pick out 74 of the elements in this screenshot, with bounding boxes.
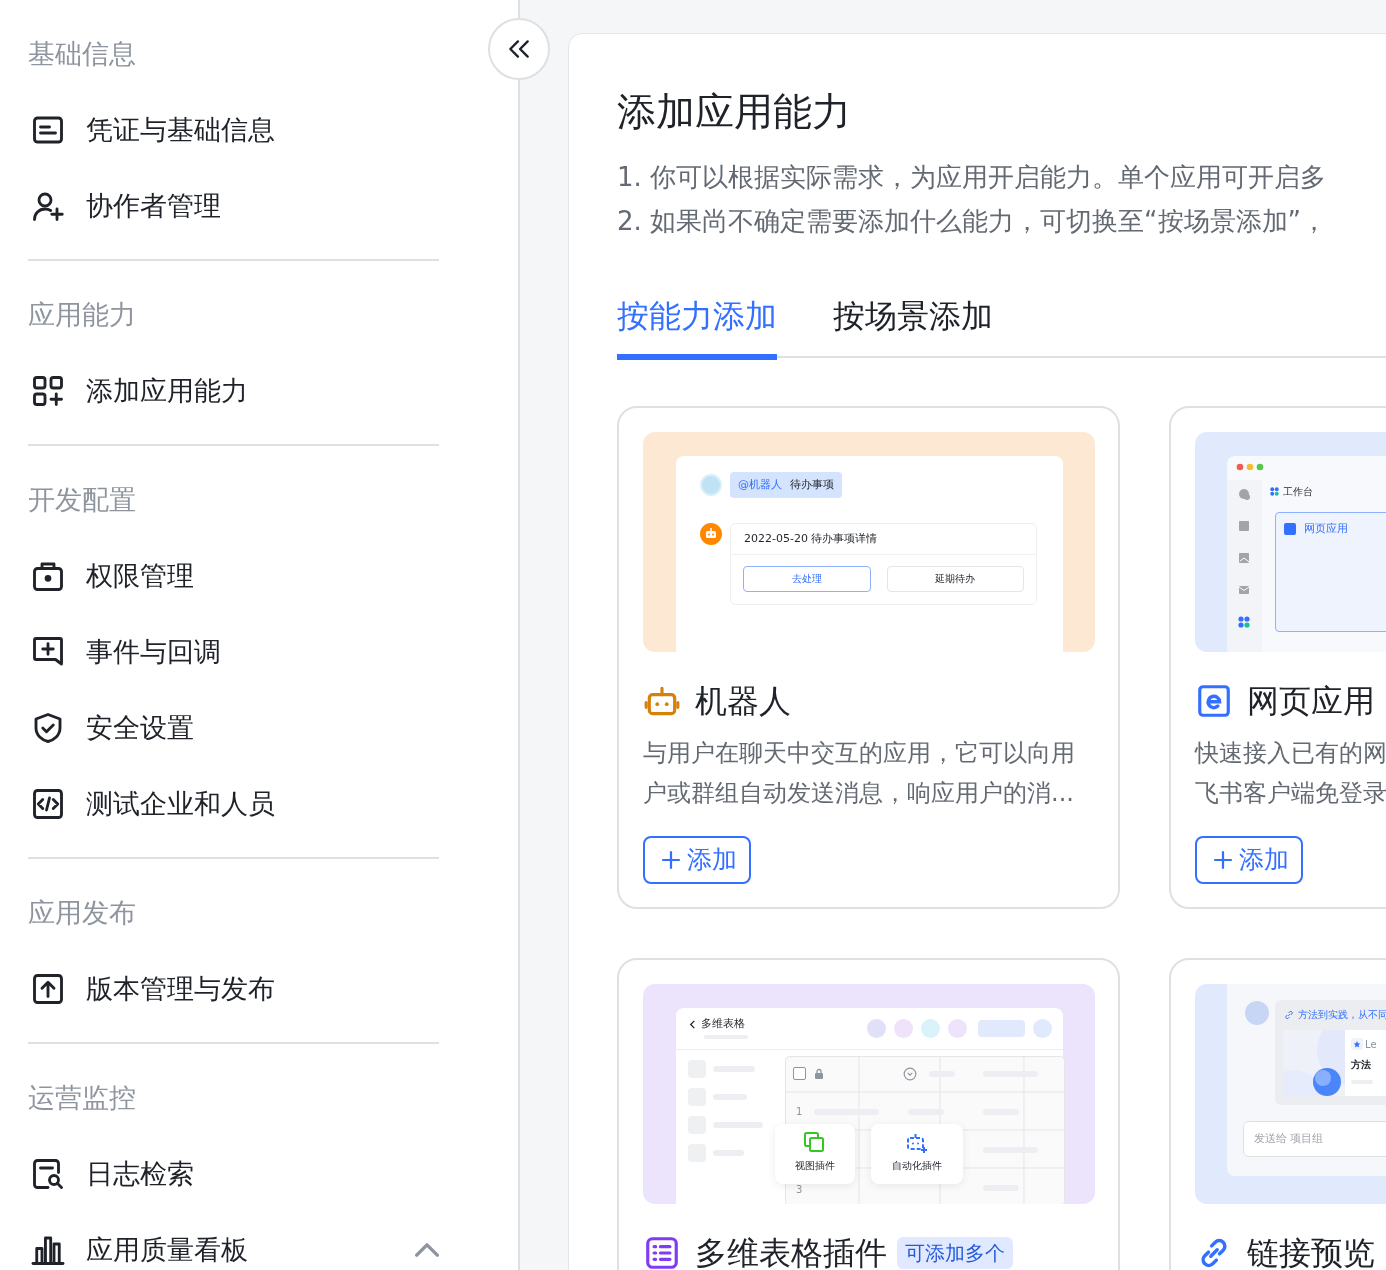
avatar — [894, 1019, 913, 1038]
lock-icon — [814, 1068, 824, 1080]
search-document-icon — [30, 1156, 66, 1192]
add-button[interactable]: 添加 — [643, 836, 751, 884]
square-icon — [1284, 523, 1296, 535]
mail-icon — [1238, 584, 1250, 596]
apps-icon — [1270, 487, 1279, 496]
sidebar-item[interactable]: 日志检索 — [28, 1136, 439, 1212]
add-grid-icon — [30, 373, 66, 409]
instruction-text: 2. 如果尚不确定需要添加什么能力，可切换至“按场景添加”， — [617, 205, 1328, 238]
instruction-text: 1. 你可以根据实际需求，为应用开启能力。单个应用可开启多 — [617, 161, 1328, 194]
row-number: 3 — [796, 1183, 803, 1196]
sidebar-item[interactable]: 测试企业和人员 — [28, 766, 439, 842]
tab[interactable]: 按能力添加 — [617, 294, 777, 360]
calendar-icon — [1238, 520, 1250, 532]
mention-text: @机器人 — [738, 478, 782, 492]
description-text: 快速接入已有的网 — [1195, 738, 1386, 769]
description-text: 飞书客户端免登录 — [1195, 778, 1386, 809]
card-title: 方法 — [1351, 1058, 1371, 1071]
document-icon — [1238, 552, 1250, 564]
upload-icon — [30, 971, 66, 1007]
chat-icon — [1238, 488, 1250, 500]
card-title: 多维表格插件 — [695, 1233, 887, 1270]
sidebar-item[interactable]: 凭证与基础信息 — [28, 92, 439, 168]
plus-icon — [659, 848, 683, 872]
plugin-label: 自动化插件 — [892, 1159, 942, 1172]
card-title: 2022-05-20 待办事项详情 — [731, 524, 1036, 555]
card-title: 网页应用 — [1247, 681, 1375, 722]
tab[interactable]: 按场景添加 — [833, 294, 993, 360]
card-title: 机器人 — [695, 681, 791, 722]
sidebar-item[interactable]: 安全设置 — [28, 690, 439, 766]
avatar — [867, 1019, 886, 1038]
section-heading: 基础信息 — [28, 37, 137, 71]
sidebar-item[interactable]: 协作者管理 — [28, 168, 439, 244]
copy-icon — [803, 1131, 827, 1155]
description-text: 户或群组自动发送消息，响应用户的消... — [643, 778, 1075, 809]
sidebar-item[interactable]: 添加应用能力 — [28, 353, 439, 429]
section-heading: 应用发布 — [28, 896, 137, 930]
description-text: 与用户在聊天中交互的应用，它可以向用 — [643, 738, 1076, 769]
card-title: 链接预览 — [1247, 1233, 1375, 1270]
avatar — [1245, 1001, 1269, 1025]
plus-icon — [1211, 848, 1235, 872]
star-icon — [1351, 1038, 1363, 1050]
robot-plus-icon — [905, 1131, 929, 1155]
add-button[interactable]: 添加 — [1195, 836, 1303, 884]
code-icon — [30, 786, 66, 822]
message-text: 待办事项 — [790, 478, 834, 492]
avatar — [1033, 1019, 1052, 1038]
section-heading: 运营监控 — [28, 1081, 137, 1115]
robot-avatar-icon — [700, 523, 722, 545]
avatar — [921, 1019, 940, 1038]
sidebar-item[interactable]: 应用质量看板 — [28, 1212, 439, 1270]
tab-label: 工作台 — [1283, 485, 1313, 498]
sidebar-item[interactable]: 版本管理与发布 — [28, 951, 439, 1027]
card-label: Le — [1365, 1038, 1377, 1051]
list-icon — [643, 1234, 681, 1270]
back-icon — [688, 1018, 697, 1030]
page-title: 添加应用能力 — [617, 88, 852, 136]
window-controls-icon — [1236, 463, 1264, 471]
avatar — [948, 1019, 967, 1038]
browser-icon — [1195, 682, 1233, 720]
table-title: 多维表格 — [701, 1017, 745, 1031]
row-number: 1 — [796, 1105, 803, 1118]
tag: 可添加多个 — [897, 1237, 1013, 1269]
avatar — [700, 474, 722, 496]
section-heading: 应用能力 — [28, 298, 137, 332]
section-heading: 开发配置 — [28, 483, 137, 517]
link-icon — [1284, 1009, 1294, 1020]
sidebar-item[interactable]: 事件与回调 — [28, 614, 439, 690]
panel-title: 网页应用 — [1304, 522, 1348, 536]
dropdown-icon — [903, 1067, 917, 1081]
sidebar-item[interactable]: 权限管理 — [28, 538, 439, 614]
apps-icon — [1238, 616, 1250, 628]
plugin-label: 视图插件 — [795, 1159, 835, 1172]
